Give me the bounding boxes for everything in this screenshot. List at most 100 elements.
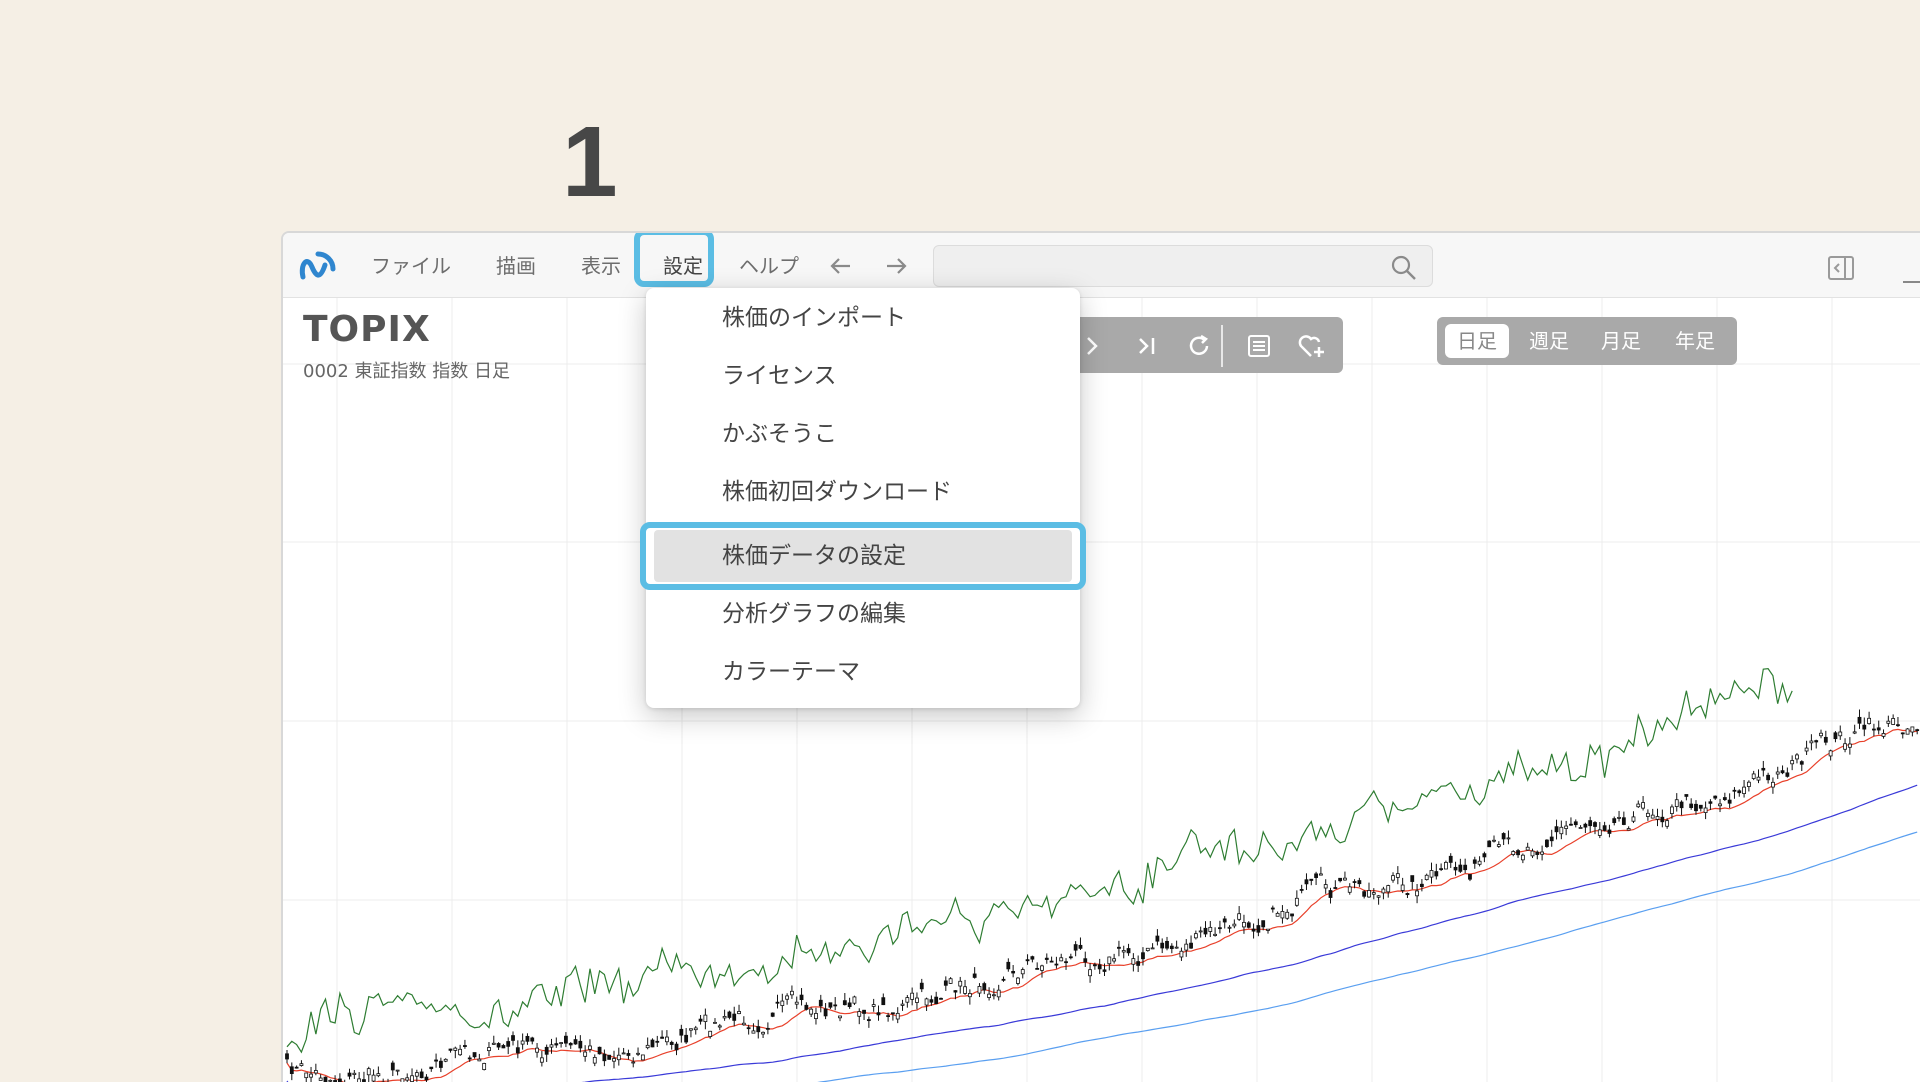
candle-body [1145, 947, 1150, 952]
search-icon[interactable] [1389, 253, 1419, 283]
candle-body [977, 986, 982, 994]
candle-body [1674, 799, 1679, 807]
candle-body [1208, 926, 1213, 932]
candle-body [693, 1027, 698, 1031]
candle-body [448, 1048, 453, 1051]
candle-body [838, 1015, 842, 1019]
app-window: TOPIX 0002 東証指数 指数 日足 日足 週足 月足 年足 ファイル 描… [281, 231, 1920, 1082]
period-daily[interactable]: 日足 [1445, 324, 1509, 358]
candle-body [1900, 732, 1905, 735]
candle-body [1410, 875, 1415, 882]
candle-body [1482, 853, 1487, 858]
candle-body [1665, 820, 1670, 827]
minimize-icon[interactable] [1903, 281, 1920, 283]
candle-body [804, 1004, 809, 1010]
candle-body [1775, 771, 1780, 775]
candle-body [1549, 836, 1554, 842]
candle-body [1463, 864, 1468, 871]
menu-item-price-data-settings[interactable]: 株価データの設定 [654, 530, 1072, 582]
candle-body [708, 1030, 713, 1037]
candle-body [1573, 821, 1578, 826]
candle-body [1256, 925, 1261, 933]
candle-body [857, 1011, 862, 1017]
candle-body [1083, 958, 1088, 963]
price-chart[interactable] [283, 298, 1920, 1082]
candle-body [1025, 959, 1030, 962]
candle-body [1424, 874, 1429, 881]
menu-file[interactable]: ファイル [371, 251, 451, 281]
candle-body [1886, 720, 1891, 724]
search-input[interactable] [933, 245, 1433, 287]
menu-item-color-theme[interactable]: カラーテーマ [654, 646, 1072, 698]
menu-draw[interactable]: 描画 [496, 251, 536, 281]
candle-body [1016, 977, 1020, 984]
back-arrow-icon[interactable] [826, 251, 856, 281]
candle-body [722, 1015, 727, 1019]
candle-body [559, 1042, 564, 1044]
menu-item-kabusouko[interactable]: かぶそうこ [654, 408, 1072, 460]
candle-body [602, 1053, 607, 1062]
candle-body [915, 997, 919, 1003]
favorite-add-icon[interactable] [1295, 330, 1327, 362]
candle-body [1126, 948, 1131, 954]
candle-body [1905, 728, 1910, 735]
candle-body [1621, 817, 1626, 825]
candle-body [1799, 761, 1804, 765]
candle-body [1092, 964, 1097, 967]
candle-body [1506, 837, 1511, 840]
menu-item-import-prices[interactable]: 株価のインポート [654, 292, 1072, 344]
menu-help[interactable]: ヘルプ [739, 251, 799, 281]
candle-body [1670, 806, 1674, 814]
candle-body [794, 1001, 799, 1005]
candle-body [703, 1014, 708, 1023]
candle-body [588, 1045, 592, 1050]
panel-toggle-icon[interactable] [1826, 253, 1856, 283]
candle-body [309, 1073, 313, 1078]
period-monthly[interactable]: 月足 [1589, 324, 1653, 358]
menu-settings[interactable]: 設定 [663, 251, 703, 281]
candle-body [1073, 944, 1078, 951]
candle-body [934, 996, 939, 1005]
menu-item-initial-download[interactable]: 株価初回ダウンロード [654, 466, 1072, 518]
candle-body [1150, 947, 1155, 950]
candle-body [833, 1004, 838, 1007]
period-weekly[interactable]: 週足 [1517, 324, 1581, 358]
candle-body [1477, 860, 1482, 865]
menu-view[interactable]: 表示 [581, 251, 621, 281]
menu-item-license[interactable]: ライセンス [654, 350, 1072, 402]
candle-body [1054, 963, 1059, 966]
candle-body [1790, 760, 1795, 765]
candle-body [371, 1074, 376, 1082]
candle-body [717, 1025, 722, 1028]
candle-body [1270, 907, 1275, 910]
candle-body [1823, 736, 1828, 743]
candle-body [1395, 873, 1400, 878]
candle-body [1415, 890, 1419, 897]
last-icon[interactable] [1131, 330, 1163, 362]
candle-body [443, 1058, 448, 1062]
candle-body [1645, 812, 1650, 817]
candle-body [1439, 868, 1444, 871]
candle-body [1843, 743, 1847, 750]
candle-body [1117, 946, 1121, 949]
candle-body [568, 1042, 573, 1046]
next-icon[interactable] [1076, 330, 1108, 362]
candle-body [698, 1018, 703, 1022]
forward-arrow-icon[interactable] [881, 251, 911, 281]
candle-body [1713, 795, 1718, 799]
candle-body [1213, 933, 1218, 936]
candle-body [1309, 878, 1314, 881]
candle-body [1232, 923, 1237, 927]
candle-body [852, 996, 857, 1004]
toolbar-separator [1221, 325, 1223, 367]
candle-body [1833, 732, 1838, 740]
candle-body [823, 1008, 828, 1017]
menu-item-edit-analysis-graph[interactable]: 分析グラフの編集 [654, 588, 1072, 640]
period-yearly[interactable]: 年足 [1663, 324, 1727, 358]
candle-body [535, 1047, 539, 1053]
list-icon[interactable] [1243, 330, 1275, 362]
candle-body [1660, 816, 1665, 823]
candle-body [530, 1037, 535, 1042]
reload-icon[interactable] [1183, 330, 1215, 362]
candle-body [616, 1054, 621, 1061]
